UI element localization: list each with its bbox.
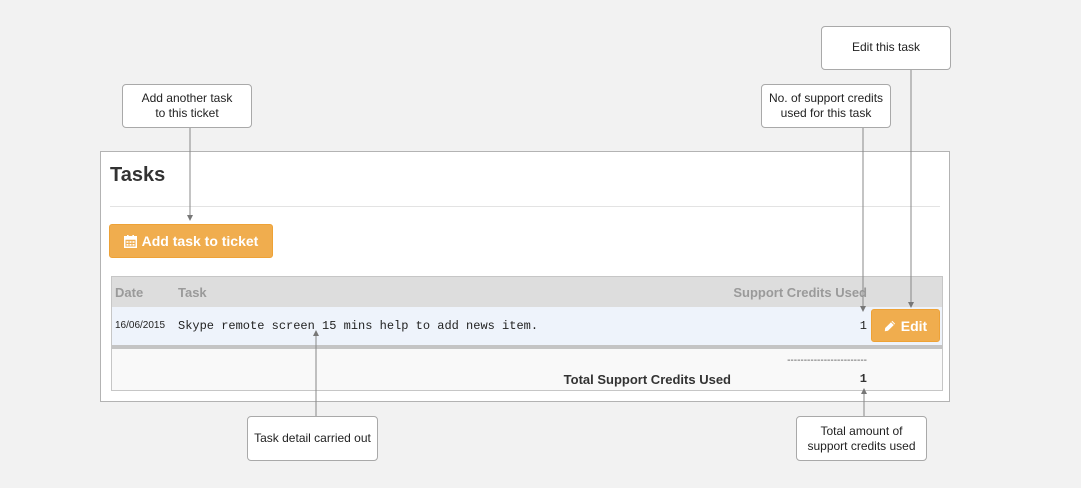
total-separator: ------------------------ <box>787 355 867 366</box>
header-credits: Support Credits Used <box>733 285 867 300</box>
callout-support-credits-line2: used for this task <box>780 106 872 120</box>
tasks-panel: Tasks Add task to ticket Date Task Suppo… <box>100 151 950 402</box>
callout-edit-task: Edit this task <box>821 26 951 70</box>
callout-support-credits-line1: No. of support credits <box>768 91 884 105</box>
row-date: 16/06/2015 <box>115 320 166 331</box>
callout-support-credits: No. of support credits used for this tas… <box>761 84 891 128</box>
calendar-icon <box>123 234 137 248</box>
callout-edit-task-line1: Edit this task <box>851 40 921 54</box>
add-task-button-label: Add task to ticket <box>141 233 259 249</box>
row-task: Skype remote screen 15 mins help to add … <box>178 319 539 333</box>
header-task: Task <box>178 285 207 300</box>
row-credits: 1 <box>859 319 867 333</box>
table-row: 16/06/2015 Skype remote screen 15 mins h… <box>112 307 942 345</box>
total-label: Total Support Credits Used <box>563 372 731 387</box>
callout-total-amount-line1: Total amount of <box>820 423 903 438</box>
tasks-table: Date Task Support Credits Used 16/06/201… <box>111 276 943 391</box>
callout-task-detail: Task detail carried out <box>247 416 378 461</box>
callout-add-task-line2: to this ticket <box>155 106 219 120</box>
callout-total-amount-line2: support credits used <box>807 438 916 453</box>
edit-task-button[interactable]: Edit <box>871 309 940 342</box>
pencil-icon <box>884 320 896 332</box>
edit-button-label: Edit <box>900 317 928 334</box>
header-date: Date <box>115 285 144 300</box>
title-divider <box>110 206 940 207</box>
total-value: 1 <box>859 372 867 386</box>
table-header: Date Task Support Credits Used <box>112 277 942 307</box>
panel-title: Tasks <box>110 164 166 186</box>
callout-add-task-line1: Add another task <box>141 91 233 105</box>
add-task-button[interactable]: Add task to ticket <box>109 224 273 258</box>
row-separator <box>112 345 942 349</box>
callout-total-amount: Total amount of support credits used <box>796 416 927 461</box>
callout-add-task: Add another task to this ticket <box>122 84 252 128</box>
callout-task-detail-line1: Task detail carried out <box>254 431 371 445</box>
